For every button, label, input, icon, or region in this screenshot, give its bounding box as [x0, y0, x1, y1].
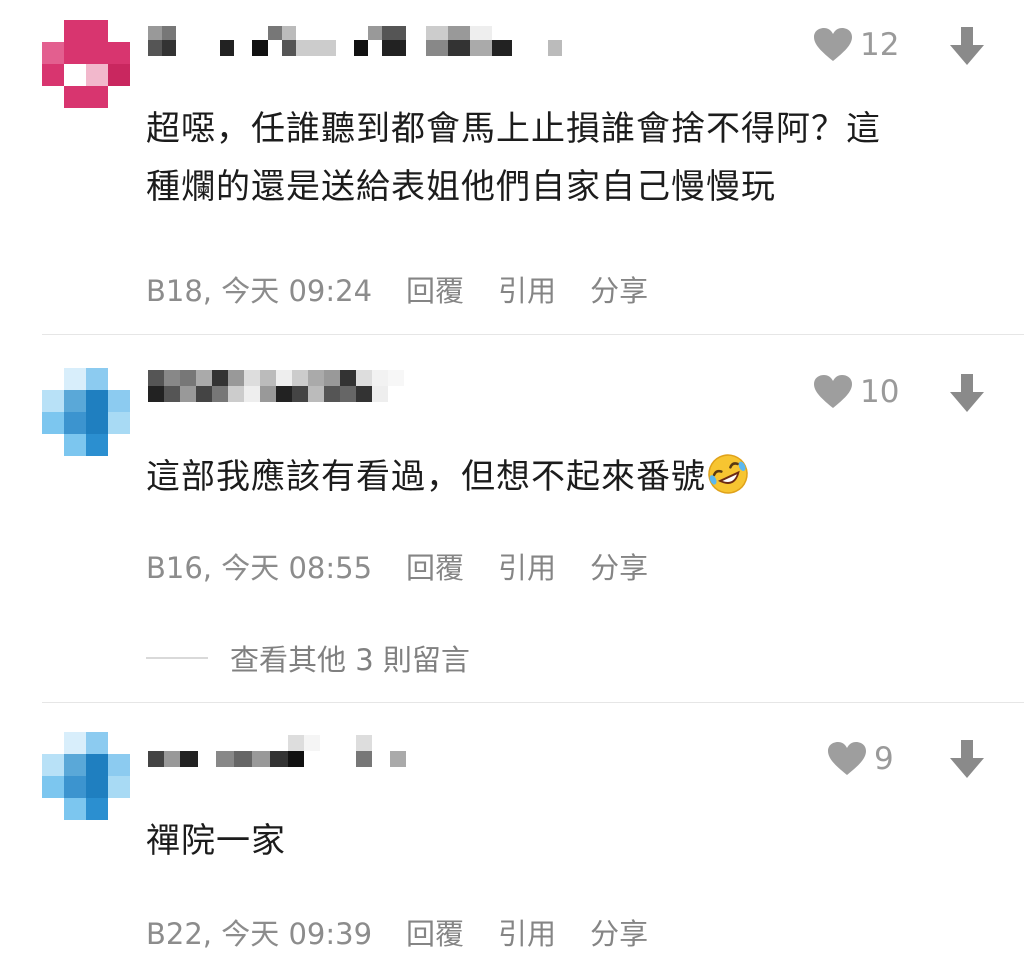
avatar[interactable] — [42, 732, 130, 820]
avatar[interactable] — [42, 368, 130, 456]
like-count: 12 — [860, 27, 900, 63]
comment-meta: B18, 今天 09:24 回覆 引用 分享 — [146, 268, 682, 310]
heart-icon — [814, 28, 852, 61]
username-pixelated — [148, 733, 448, 773]
username-pixelated — [148, 22, 568, 62]
like-button[interactable]: 10 — [814, 374, 899, 410]
timestamp: B22, 今天 09:39 — [146, 917, 373, 951]
heart-icon — [828, 742, 866, 775]
reply-button[interactable]: 回覆 — [406, 911, 464, 953]
avatar[interactable] — [42, 20, 130, 108]
reply-button[interactable]: 回覆 — [406, 268, 464, 310]
quote-button[interactable]: 引用 — [498, 268, 556, 310]
reply-button[interactable]: 回覆 — [406, 545, 464, 587]
like-button[interactable]: 12 — [814, 27, 899, 63]
quote-button[interactable]: 引用 — [498, 545, 556, 587]
arrow-down-icon[interactable] — [950, 27, 984, 65]
more-replies-label: 查看其他 3 則留言 — [230, 643, 470, 677]
comment-line: 超噁，任誰聽到都會馬上止損誰會捨不得阿？這 — [146, 109, 881, 149]
comment-text: 禪院一家 — [146, 812, 286, 870]
divider — [42, 702, 1024, 703]
comment-text: 超噁，任誰聽到都會馬上止損誰會捨不得阿？這 種爛的還是送給表姐他們自家自己慢慢玩 — [146, 100, 881, 216]
quote-button[interactable]: 引用 — [498, 911, 556, 953]
comment-line: 這部我應該有看過，但想不起來番號 — [146, 457, 706, 497]
arrow-down-icon[interactable] — [950, 374, 984, 412]
timestamp: B18, 今天 09:24 — [146, 274, 373, 308]
comment-text: 這部我應該有看過，但想不起來番號 — [146, 448, 750, 506]
timestamp: B16, 今天 08:55 — [146, 551, 373, 585]
share-button[interactable]: 分享 — [590, 911, 648, 953]
divider — [42, 334, 1024, 335]
like-count: 9 — [874, 741, 894, 777]
more-replies-line — [146, 657, 208, 659]
heart-icon — [814, 375, 852, 408]
arrow-down-icon[interactable] — [950, 740, 984, 778]
comment-line: 種爛的還是送給表姐他們自家自己慢慢玩 — [146, 167, 776, 207]
comment-meta: B16, 今天 08:55 回覆 引用 分享 — [146, 545, 682, 587]
username-pixelated — [148, 368, 568, 408]
view-more-replies[interactable]: 查看其他 3 則留言 — [146, 637, 470, 679]
share-button[interactable]: 分享 — [590, 268, 648, 310]
comment-meta: B22, 今天 09:39 回覆 引用 分享 — [146, 911, 682, 953]
share-button[interactable]: 分享 — [590, 545, 648, 587]
rolling-on-floor-laughing-icon — [708, 454, 748, 494]
like-count: 10 — [860, 374, 900, 410]
comment-line: 禪院一家 — [146, 821, 286, 861]
like-button[interactable]: 9 — [828, 741, 894, 777]
